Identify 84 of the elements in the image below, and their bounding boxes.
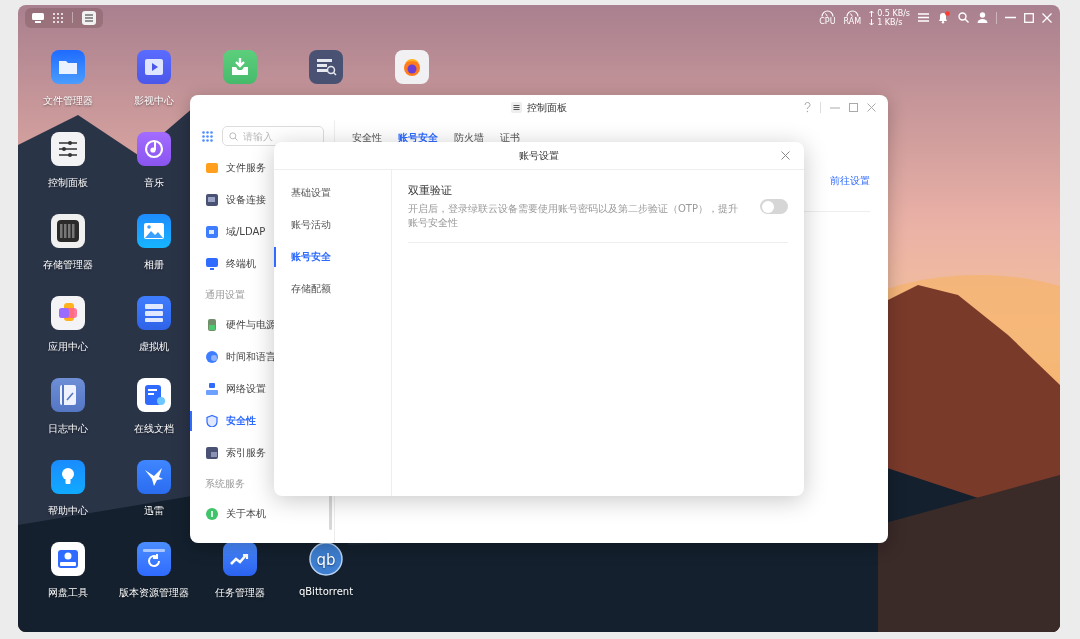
gauge-icon [845,9,859,17]
maximize-icon[interactable] [849,103,858,112]
search-field[interactable]: 请输入 [222,126,324,146]
app-shortcut[interactable] [223,50,257,84]
sidebar-item[interactable]: 设备连接 [190,184,266,216]
sidebar-item[interactable]: 安全性 [190,405,256,437]
sidebar-item[interactable]: 网络设置 [190,373,266,405]
app-shortcut[interactable]: 迅雷 [137,460,171,518]
upload-speed: 0.5 KB/s [877,8,910,18]
app-shortcut[interactable]: 音乐 [137,132,171,190]
network-icon [206,383,218,395]
download-icon [223,50,257,84]
settings-link[interactable]: 前往设置 [830,174,870,188]
app-shortcut[interactable]: 在线文档 [134,378,174,436]
user-icon[interactable] [977,12,988,23]
bird-icon [137,460,171,494]
id-card-icon [206,226,218,238]
stacked-squares-icon [51,296,85,330]
film-icon [137,50,171,84]
cloud-drive-icon [51,542,85,576]
battery-icon [206,319,218,331]
desktop-icon[interactable] [32,12,44,23]
down-arrow-icon [869,18,875,26]
device-icon [206,194,218,206]
drive-bay-icon [51,214,85,248]
notebook-icon [51,378,85,412]
toggle-switch[interactable] [760,199,788,214]
app-shortcut[interactable]: 相册 [137,214,171,272]
monitor-icon [206,258,218,270]
app-shortcut[interactable]: 任务管理器 [215,542,265,600]
app-shortcut[interactable]: 应用中心 [48,296,88,354]
app-shortcut[interactable] [395,50,429,84]
app-grid-icon[interactable] [53,12,63,23]
dialog-title: 账号设置 [519,148,559,163]
app-shortcut[interactable]: 控制面板 [48,132,88,190]
server-rack-icon [137,296,171,330]
sliders-icon [511,102,522,113]
nav-item[interactable]: 账号安全 [274,241,391,273]
sidebar-item[interactable]: 域/LDAP [190,216,266,248]
search-icon[interactable] [958,12,969,23]
app-shortcut[interactable]: 日志中心 [48,378,88,436]
sidebar-item[interactable]: 关于本机 [190,498,266,530]
close-icon[interactable] [867,103,876,112]
sidebar-item[interactable]: 文件服务 [190,152,266,184]
sidebar-item[interactable]: 终端机 [190,248,256,280]
up-arrow-icon [869,9,875,17]
index-icon [206,447,218,459]
close-icon[interactable] [781,151,790,160]
app-shortcut[interactable]: 网盘工具 [48,542,88,600]
app-shortcut[interactable] [309,50,343,84]
section-label: 系统服务 [205,476,245,491]
lightbulb-icon [51,460,85,494]
app-shortcut[interactable]: 虚拟机 [137,296,171,354]
server-search-icon [309,50,343,84]
gauge-label: RAM [843,17,862,26]
info-icon [206,508,218,520]
app-shortcut[interactable]: 存储管理器 [43,214,93,272]
nav-item[interactable]: 账号活动 [274,209,391,241]
folder-icon [51,50,85,84]
app-shortcut[interactable]: 版本资源管理器 [119,542,189,600]
sliders-icon [51,132,85,166]
gauge-label: CPU [819,17,836,26]
section-label: 通用设置 [205,287,245,302]
setting-title: 双重验证 [408,183,453,198]
document-icon [137,378,171,412]
folder-refresh-icon [137,542,171,576]
gauge-icon [820,9,834,17]
help-icon[interactable] [804,102,811,113]
search-icon [229,132,238,141]
list-icon[interactable] [918,12,929,23]
app-shortcut[interactable]: 帮助中心 [48,460,88,518]
shield-icon [206,415,218,427]
bell-icon[interactable] [937,11,950,24]
sidebar-item[interactable]: 索引服务 [190,437,266,469]
fox-globe-icon [395,50,429,84]
nav-item[interactable]: 基础设置 [274,177,391,209]
sidebar-item[interactable]: 时间和语言 [190,341,276,373]
window-title: 控制面板 [527,100,567,115]
folder-icon [206,162,218,174]
app-grid-icon[interactable] [202,130,213,142]
download-speed: 1 KB/s [877,17,903,27]
globe-icon [206,351,218,363]
nav-item[interactable]: 存储配额 [274,273,391,305]
image-icon [137,214,171,248]
